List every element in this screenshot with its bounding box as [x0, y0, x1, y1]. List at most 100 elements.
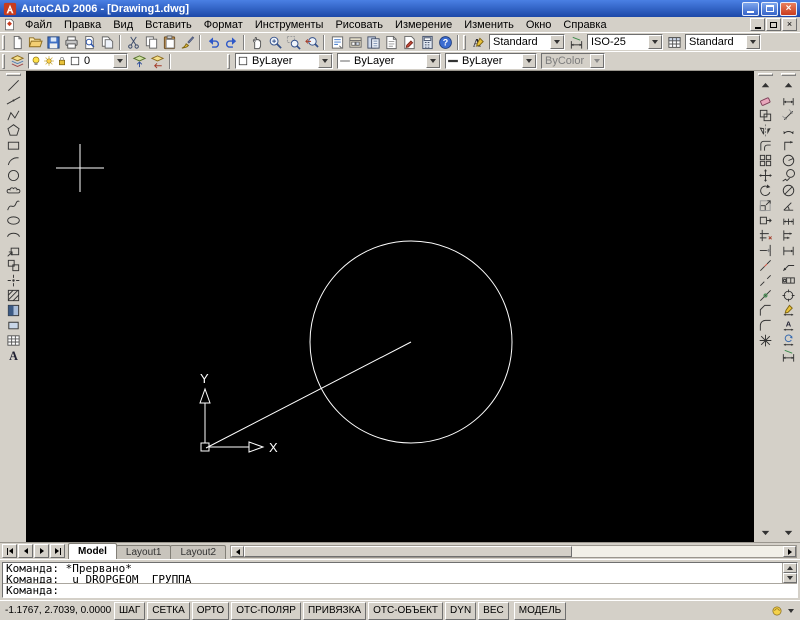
toggle-model[interactable]: МОДЕЛЬ: [513, 601, 567, 620]
layer-manager-icon[interactable]: [8, 53, 26, 70]
coordinate-display[interactable]: -1.1767, 2.7039, 0.0000: [3, 603, 113, 618]
cut-icon[interactable]: [124, 34, 142, 51]
tab-last-button[interactable]: [50, 544, 65, 558]
chamfer-icon[interactable]: [757, 303, 775, 318]
pan-icon[interactable]: [248, 34, 266, 51]
menu-item-modify[interactable]: Изменить: [458, 18, 520, 32]
polygon-icon[interactable]: [4, 123, 22, 138]
table-icon[interactable]: [4, 333, 22, 348]
table-style-icon[interactable]: [665, 34, 683, 51]
dim-linear-icon[interactable]: [780, 93, 798, 108]
color-combo[interactable]: ByLayer: [235, 53, 333, 69]
dim-style-icon[interactable]: [780, 348, 798, 363]
tab-next-button[interactable]: [34, 544, 49, 558]
quick-dimension-icon[interactable]: [780, 213, 798, 228]
drawing-canvas[interactable]: YX: [26, 71, 754, 542]
rotate-icon[interactable]: [757, 183, 775, 198]
dim-arc-length-icon[interactable]: [780, 123, 798, 138]
text-style-icon[interactable]: A: [469, 34, 487, 51]
extend-icon[interactable]: [757, 243, 775, 258]
join-icon[interactable]: [757, 288, 775, 303]
dim-diameter-icon[interactable]: [780, 183, 798, 198]
toggle-lwt[interactable]: ВЕС: [478, 601, 509, 620]
trim-icon[interactable]: [757, 228, 775, 243]
explode-icon[interactable]: [757, 333, 775, 348]
multiline-text-icon[interactable]: A: [4, 348, 22, 363]
center-mark-icon[interactable]: [780, 288, 798, 303]
chevron-down-icon[interactable]: [746, 35, 760, 49]
minimize-button[interactable]: [742, 1, 759, 16]
make-block-icon[interactable]: [4, 258, 22, 273]
menu-item-format[interactable]: Формат: [198, 18, 249, 32]
close-button[interactable]: ×: [780, 1, 797, 16]
chevron-down-icon[interactable]: [426, 54, 440, 68]
dim-jogged-icon[interactable]: [780, 168, 798, 183]
toolbar-grip[interactable]: [2, 53, 5, 69]
dim-edit-icon[interactable]: [780, 303, 798, 318]
title-bar[interactable]: AutoCAD 2006 - [Drawing1.dwg] ×: [0, 0, 800, 17]
menu-item-tools[interactable]: Инструменты: [249, 18, 330, 32]
mirror-icon[interactable]: [757, 123, 775, 138]
dim-angular-icon[interactable]: [780, 198, 798, 213]
construction-line-icon[interactable]: [4, 93, 22, 108]
zoom-window-icon[interactable]: [284, 34, 302, 51]
quick-leader-icon[interactable]: [780, 258, 798, 273]
scroll-right-arrow-icon[interactable]: [783, 546, 796, 557]
mdi-minimize-button[interactable]: [750, 18, 765, 31]
zoom-previous-icon[interactable]: [302, 34, 320, 51]
tab-layout2[interactable]: Layout2: [170, 545, 227, 559]
scroll-down-icon[interactable]: [780, 525, 798, 540]
rectangle-icon[interactable]: [4, 138, 22, 153]
dim-baseline-icon[interactable]: [780, 228, 798, 243]
command-scrollbar[interactable]: [782, 563, 797, 583]
fillet-icon[interactable]: [757, 318, 775, 333]
dim-style-icon[interactable]: [567, 34, 585, 51]
scroll-up-arrow-icon[interactable]: [783, 563, 797, 573]
toolbar-grip[interactable]: [758, 73, 773, 76]
publish-icon[interactable]: [98, 34, 116, 51]
copy-icon[interactable]: [142, 34, 160, 51]
toggle-otrack[interactable]: ОТС-ОБЪЕКТ: [368, 601, 444, 620]
markup-set-manager-icon[interactable]: [400, 34, 418, 51]
scroll-up-icon[interactable]: [757, 78, 775, 93]
lineweight-combo[interactable]: ByLayer: [445, 53, 537, 69]
line-icon[interactable]: [4, 78, 22, 93]
plot-preview-icon[interactable]: [80, 34, 98, 51]
scroll-down-arrow-icon[interactable]: [783, 573, 797, 583]
tab-prev-button[interactable]: [18, 544, 33, 558]
copy-object-icon[interactable]: [757, 108, 775, 123]
toolbar-grip[interactable]: [227, 53, 230, 69]
make-object-layer-current-icon[interactable]: [130, 53, 148, 70]
toggle-ortho[interactable]: ОРТО: [191, 601, 230, 620]
text-style-combo[interactable]: Standard: [489, 34, 565, 50]
tool-palettes-icon[interactable]: [364, 34, 382, 51]
point-icon[interactable]: [4, 273, 22, 288]
ellipse-arc-icon[interactable]: [4, 228, 22, 243]
scale-icon[interactable]: [757, 198, 775, 213]
erase-icon[interactable]: [757, 93, 775, 108]
hatch-icon[interactable]: [4, 288, 22, 303]
offset-icon[interactable]: [757, 138, 775, 153]
mdi-restore-button[interactable]: [766, 18, 781, 31]
revision-cloud-icon[interactable]: [4, 183, 22, 198]
layer-combo[interactable]: 0: [28, 53, 128, 69]
properties-icon[interactable]: [328, 34, 346, 51]
table-style-combo[interactable]: Standard: [685, 34, 761, 50]
chevron-down-icon[interactable]: [522, 54, 536, 68]
break-at-point-icon[interactable]: [757, 258, 775, 273]
tolerance-icon[interactable]: [780, 273, 798, 288]
arc-icon[interactable]: [4, 153, 22, 168]
toggle-dyn[interactable]: DYN: [445, 601, 477, 620]
scroll-down-icon[interactable]: [757, 525, 775, 540]
menu-item-draw[interactable]: Рисовать: [329, 18, 389, 32]
toggle-polar[interactable]: ОТС-ПОЛЯР: [231, 601, 301, 620]
dim-text-edit-icon[interactable]: A: [780, 318, 798, 333]
communication-center-icon[interactable]: [771, 605, 783, 617]
dim-continue-icon[interactable]: [780, 243, 798, 258]
paste-icon[interactable]: [160, 34, 178, 51]
chevron-down-icon[interactable]: [550, 35, 564, 49]
ellipse-icon[interactable]: [4, 213, 22, 228]
linetype-combo[interactable]: ByLayer: [337, 53, 441, 69]
plotstyle-combo[interactable]: ByColor: [541, 53, 605, 69]
menu-item-insert[interactable]: Вставить: [139, 18, 198, 32]
